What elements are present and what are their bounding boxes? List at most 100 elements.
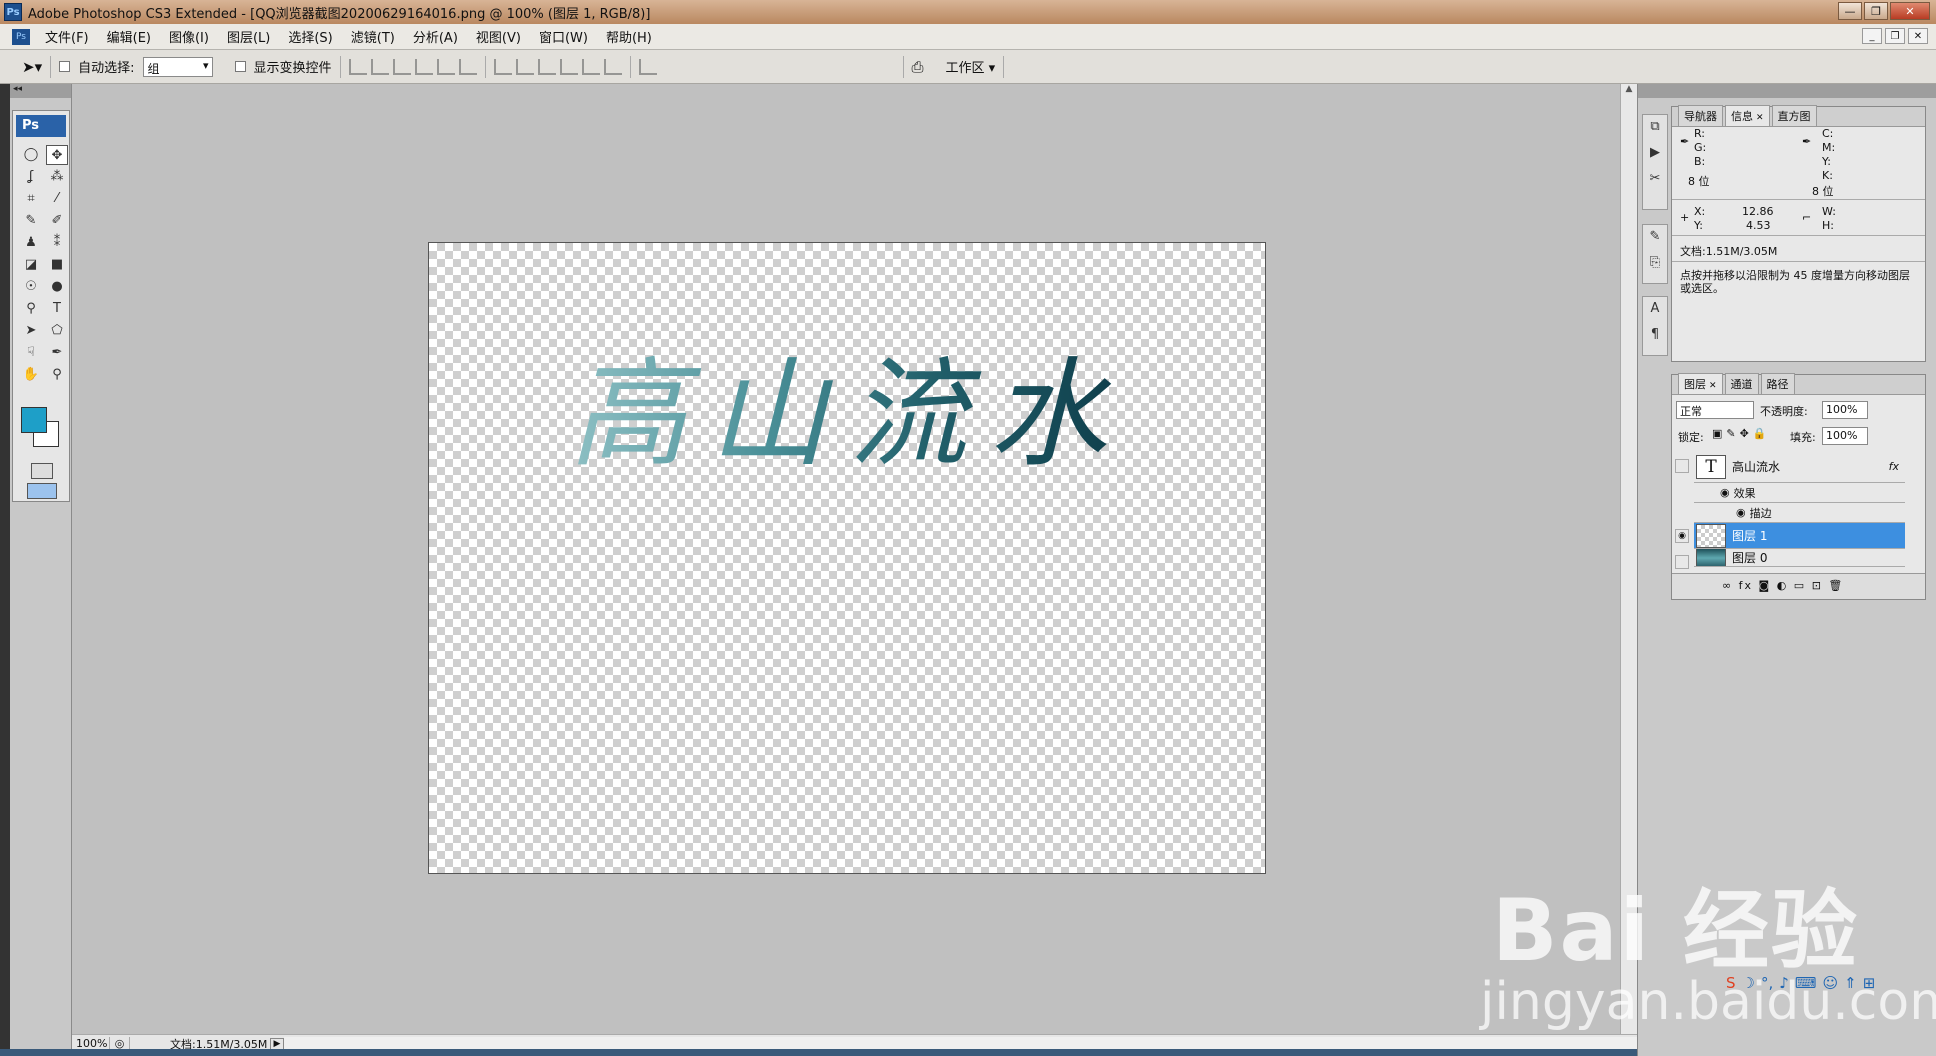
visibility-toggle[interactable] — [1675, 459, 1689, 473]
document-canvas[interactable]: 高山流水 — [428, 242, 1266, 874]
auto-select-dropdown[interactable]: 组 — [142, 56, 213, 77]
doc-minimize-button[interactable]: _ — [1862, 28, 1882, 44]
stamp-tool-icon[interactable]: ♟ — [20, 233, 42, 253]
bridge-icon[interactable]: ⎙ — [912, 58, 924, 76]
menu-layer[interactable]: 图层(L) — [218, 27, 279, 46]
fx-icon[interactable]: fx — [1889, 460, 1899, 473]
tab-navigator[interactable]: 导航器 — [1678, 105, 1723, 126]
visibility-eye-icon[interactable]: ◉ — [1675, 529, 1689, 543]
auto-align-button[interactable] — [638, 58, 657, 75]
align-buttons[interactable] — [348, 58, 477, 75]
collapse-icon[interactable]: ◂◂ — [10, 84, 71, 98]
blur-tool-icon[interactable]: ☉ — [20, 277, 42, 297]
brushes-icon[interactable]: ✎ — [1650, 229, 1661, 249]
slice-tool-icon[interactable]: ⁄ — [46, 189, 68, 209]
eraser-tool-icon[interactable]: ◪ — [20, 255, 42, 275]
scroll-up-icon[interactable]: ▲ — [1621, 84, 1637, 101]
restore-button[interactable]: ❐ — [1864, 2, 1888, 20]
distribute-buttons[interactable] — [493, 58, 622, 75]
healing-brush-tool-icon[interactable]: ✎ — [20, 211, 42, 231]
notes-tool-icon[interactable]: ☟ — [20, 343, 42, 363]
menu-select[interactable]: 选择(S) — [279, 27, 341, 46]
pen-tool-icon[interactable]: ⚲ — [20, 299, 42, 319]
menu-view[interactable]: 视图(V) — [467, 27, 530, 46]
shape-tool-icon[interactable]: ⬠ — [46, 321, 68, 341]
type-tool-icon[interactable]: T — [46, 299, 68, 319]
clone-source-icon[interactable]: ⎘ — [1650, 255, 1660, 275]
dodge-tool-icon[interactable]: ● — [46, 277, 68, 297]
lasso-tool-icon[interactable]: ʆ — [20, 167, 42, 187]
tab-paths[interactable]: 路径 — [1760, 373, 1795, 394]
zoom-tool-icon[interactable]: ⚲ — [46, 365, 68, 385]
menu-file[interactable]: 文件(F) — [36, 27, 98, 46]
eyedropper-tool-icon[interactable]: ✒ — [46, 343, 68, 363]
tab-histogram[interactable]: 直方图 — [1771, 105, 1817, 126]
upload-icon[interactable]: ⇑ — [1844, 974, 1857, 992]
k-label: K: — [1822, 169, 1833, 182]
menu-analysis[interactable]: 分析(A) — [404, 27, 467, 46]
collapse-icon[interactable] — [1671, 84, 1936, 98]
history-brush-tool-icon[interactable]: ⁑ — [46, 233, 68, 253]
layer-row-text[interactable]: T 高山流水 fx — [1694, 451, 1905, 483]
tab-info[interactable]: 信息 ✕ — [1725, 105, 1770, 126]
divider — [50, 55, 52, 78]
foreground-color-swatch[interactable] — [21, 407, 47, 433]
watermark-brand: Bai 经验 — [1492, 881, 1860, 981]
document-icon[interactable]: Ps — [12, 28, 30, 45]
grid-icon[interactable]: ⊞ — [1863, 974, 1876, 992]
lock-icons[interactable]: ▣✎✥🔒 — [1712, 427, 1771, 440]
doc-restore-button[interactable]: ❐ — [1885, 28, 1905, 44]
keyboard-icon[interactable]: ⌨ — [1795, 974, 1817, 992]
workspace-button[interactable]: 工作区 ▾ — [946, 57, 996, 76]
move-tool-icon[interactable]: ✥ — [46, 145, 68, 165]
menu-help[interactable]: 帮助(H) — [597, 27, 661, 46]
menu-edit[interactable]: 编辑(E) — [98, 27, 160, 46]
visibility-toggle[interactable] — [1675, 555, 1689, 569]
stroke-effect-row[interactable]: ◉ 描边 — [1694, 503, 1905, 523]
collapse-icon[interactable] — [1638, 84, 1671, 98]
fill-input[interactable]: 100% — [1822, 427, 1868, 445]
gradient-tool-icon[interactable]: ■ — [46, 255, 68, 275]
history-icon[interactable]: ⧉ — [1650, 119, 1659, 139]
menu-window[interactable]: 窗口(W) — [530, 27, 597, 46]
hand-tool-icon[interactable]: ✋ — [20, 365, 42, 385]
actions-icon[interactable]: ▶ — [1650, 145, 1660, 165]
blend-mode-dropdown[interactable]: 正常 — [1676, 401, 1754, 419]
ps-logo[interactable]: Ps — [16, 115, 66, 137]
icon-group: ⧉ ▶ ✂ — [1642, 114, 1668, 210]
layer-row[interactable]: 图层 0 — [1694, 549, 1905, 567]
paragraph-icon[interactable]: ¶ — [1651, 327, 1659, 347]
eye-icon[interactable]: ◉ — [1720, 486, 1730, 499]
quick-mask-icon[interactable] — [31, 463, 53, 479]
path-selection-tool-icon[interactable]: ➤ — [20, 321, 42, 341]
tab-channels[interactable]: 通道 — [1724, 373, 1759, 394]
user-icon[interactable]: ☺ — [1823, 974, 1839, 992]
moon-icon[interactable]: ☽ — [1742, 974, 1755, 992]
mic-icon[interactable]: ♪ — [1779, 974, 1789, 992]
ime-icon[interactable]: S — [1726, 974, 1736, 992]
effects-row[interactable]: ◉ 效果 — [1694, 483, 1905, 503]
watermark: Bai 经验 jingyan.baidu.com — [1480, 860, 1936, 1040]
magic-wand-tool-icon[interactable]: ⁂ — [46, 167, 68, 187]
screen-mode-icon[interactable] — [27, 483, 57, 499]
close-button[interactable]: ✕ — [1890, 2, 1930, 20]
marquee-tool-icon[interactable]: ◯ — [20, 145, 42, 165]
character-icon[interactable]: A — [1651, 301, 1660, 321]
crop-tool-icon[interactable]: ⌗ — [20, 189, 42, 209]
minimize-button[interactable]: — — [1838, 2, 1862, 20]
menu-filter[interactable]: 滤镜(T) — [342, 27, 404, 46]
menu-image[interactable]: 图像(I) — [160, 27, 218, 46]
doc-close-button[interactable]: ✕ — [1908, 28, 1928, 44]
tab-layers[interactable]: 图层 ✕ — [1678, 373, 1723, 394]
layer-footer-icons[interactable]: ∞ fx ◙ ◐ ▭ ⊡ 🗑 — [1672, 573, 1925, 599]
status-menu-arrow-icon[interactable]: ▶ — [270, 1037, 284, 1050]
opacity-input[interactable]: 100% — [1822, 401, 1868, 419]
auto-select-checkbox[interactable] — [59, 61, 71, 72]
punct-icon[interactable]: °, — [1761, 974, 1773, 992]
tool-presets-icon[interactable]: ✂ — [1650, 171, 1661, 191]
layer-row-selected[interactable]: 图层 1 — [1694, 523, 1905, 549]
move-tool-icon[interactable]: ➤▾ — [22, 58, 42, 76]
show-transform-checkbox[interactable] — [234, 61, 246, 72]
brush-tool-icon[interactable]: ✐ — [46, 211, 68, 231]
eye-icon[interactable]: ◉ — [1736, 506, 1746, 519]
